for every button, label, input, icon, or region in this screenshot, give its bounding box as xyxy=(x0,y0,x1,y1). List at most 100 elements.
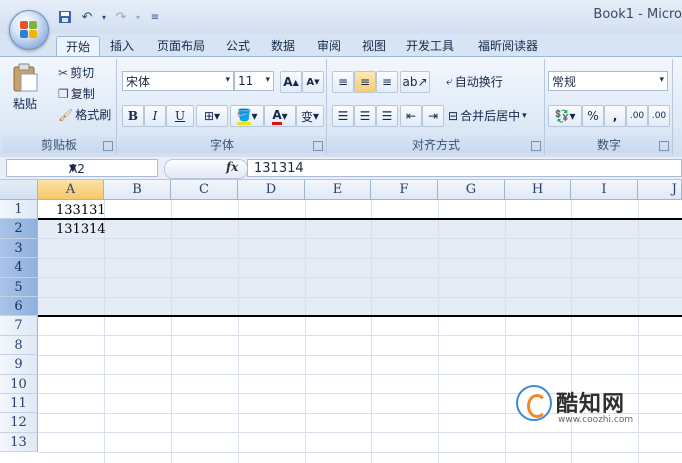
column-header-h[interactable]: H xyxy=(505,180,571,200)
column-header-f[interactable]: F xyxy=(371,180,438,200)
increase-indent-icon: ⇥ xyxy=(427,109,439,123)
name-box[interactable]: A2 ▼ xyxy=(6,159,158,177)
fill-color-button[interactable]: 🪣 ▾ xyxy=(230,105,264,127)
save-icon[interactable] xyxy=(56,8,74,26)
tab-data[interactable]: 数据 xyxy=(263,36,303,56)
row-header-2[interactable]: 2 xyxy=(0,219,38,239)
format-painter-label: 格式刷 xyxy=(75,108,112,122)
office-button[interactable] xyxy=(9,10,49,50)
row-header-5[interactable]: 5 xyxy=(0,277,38,297)
percent-button[interactable]: % xyxy=(582,105,604,127)
undo-icon[interactable]: ↶ xyxy=(78,8,96,26)
cell-a1[interactable]: 133131 xyxy=(56,201,106,220)
customize-qat-icon[interactable]: ≡ xyxy=(146,8,164,26)
redo-icon[interactable]: ↷ xyxy=(112,8,130,26)
number-format-combo[interactable]: 常规 ▾ xyxy=(548,71,668,91)
chevron-down-icon[interactable]: ▼ xyxy=(69,160,155,178)
tab-formulas[interactable]: 公式 xyxy=(218,36,258,56)
font-color-button[interactable]: A ▾ xyxy=(264,105,296,127)
comma-style-button[interactable]: , xyxy=(604,105,626,127)
align-top-button[interactable]: ≡ xyxy=(332,71,354,93)
column-header-e[interactable]: E xyxy=(305,180,371,200)
chevron-down-icon: ▾ xyxy=(265,75,270,85)
merge-center-button[interactable]: ⊟ 合并后居中 ▾ xyxy=(448,107,527,124)
align-right-button[interactable]: ☰ xyxy=(376,105,398,127)
align-center-button[interactable]: ☰ xyxy=(354,105,376,127)
align-middle-button[interactable]: ≡ xyxy=(354,71,376,93)
align-middle-icon: ≡ xyxy=(359,75,371,89)
wrap-text-button[interactable]: ⤶ 自动换行 xyxy=(446,73,503,90)
clipboard-launcher-icon[interactable] xyxy=(103,141,113,151)
format-painter-button[interactable]: 🖌 格式刷 xyxy=(58,106,111,123)
tab-foxit-reader[interactable]: 福昕阅读器 xyxy=(470,36,546,56)
italic-button[interactable]: I xyxy=(144,105,166,127)
accounting-format-button[interactable]: 💱▾ xyxy=(548,105,582,127)
borders-button[interactable]: ⊞▾ xyxy=(196,105,228,127)
row-header-6[interactable]: 6 xyxy=(0,297,38,317)
tab-review[interactable]: 审阅 xyxy=(309,36,349,56)
watermark-url: www.coozhi.com xyxy=(558,415,634,425)
tab-developer[interactable]: 开发工具 xyxy=(398,36,462,56)
column-header-g[interactable]: G xyxy=(438,180,505,200)
paintbrush-icon: 🖌 xyxy=(58,107,74,122)
formula-input[interactable]: 131314 xyxy=(247,159,682,177)
row-header-1[interactable]: 1 xyxy=(0,200,38,220)
row-header-3[interactable]: 3 xyxy=(0,238,38,259)
decrease-decimal-button[interactable]: .00 xyxy=(648,105,670,127)
row-header-13[interactable]: 13 xyxy=(0,432,38,453)
font-name-combo[interactable]: 宋体 ▾ xyxy=(122,71,234,91)
tab-home[interactable]: 开始 xyxy=(56,36,100,57)
shrink-font-button[interactable]: A ▼ xyxy=(302,71,324,93)
chevron-down-icon: ▾ xyxy=(659,75,664,85)
font-group: 宋体 ▾ 11 ▾ A ▲ A ▼ B I U ⊞▾ 🪣 ▾ A ▾ 变 ▾ 字体 xyxy=(118,59,327,155)
fill-bucket-icon: 🪣 xyxy=(236,108,252,125)
underline-button[interactable]: U xyxy=(166,105,194,127)
copy-button[interactable]: ❐ 复制 xyxy=(58,85,95,102)
row-header-7[interactable]: 7 xyxy=(0,316,38,336)
column-header-a[interactable]: A xyxy=(38,180,104,200)
column-header-c[interactable]: C xyxy=(171,180,238,200)
grow-font-button[interactable]: A ▲ xyxy=(280,71,302,93)
cut-button[interactable]: ✂ 剪切 xyxy=(58,64,94,81)
select-all-button[interactable] xyxy=(0,180,38,200)
row-header-9[interactable]: 9 xyxy=(0,355,38,375)
row-header-11[interactable]: 11 xyxy=(0,394,38,414)
font-group-label: 字体 xyxy=(118,136,326,153)
tab-page-layout[interactable]: 页面布局 xyxy=(150,36,212,56)
column-header-d[interactable]: D xyxy=(238,180,305,200)
insert-function-icon[interactable]: fx xyxy=(226,160,238,174)
row-header-12[interactable]: 12 xyxy=(0,413,38,433)
scissors-icon: ✂ xyxy=(58,65,69,80)
bold-button[interactable]: B xyxy=(122,105,144,127)
align-left-button[interactable]: ☰ xyxy=(332,105,354,127)
phonetic-label: 变 xyxy=(300,109,313,124)
tab-insert[interactable]: 插入 xyxy=(102,36,142,56)
copy-icon: ❐ xyxy=(58,86,69,101)
column-header-b[interactable]: B xyxy=(104,180,171,200)
column-header-j[interactable]: J xyxy=(638,180,682,200)
phonetic-button[interactable]: 变 ▾ xyxy=(296,105,324,127)
font-size-value: 11 xyxy=(238,74,254,88)
increase-indent-button[interactable]: ⇥ xyxy=(422,105,444,127)
cell-a2[interactable]: 131314 xyxy=(56,220,106,239)
undo-dropdown-icon[interactable]: ▾ xyxy=(100,8,108,26)
tab-view[interactable]: 视图 xyxy=(354,36,394,56)
row-header-10[interactable]: 10 xyxy=(0,374,38,394)
font-color-icon: A xyxy=(272,108,282,125)
orientation-button[interactable]: ab↗ xyxy=(400,71,430,93)
row-header-8[interactable]: 8 xyxy=(0,335,38,356)
increase-decimal-button[interactable]: .00 xyxy=(626,105,648,127)
increase-decimal-icon: .00 xyxy=(629,111,645,121)
font-launcher-icon[interactable] xyxy=(313,141,323,151)
redo-dropdown-icon[interactable]: ▾ xyxy=(134,8,142,26)
column-header-i[interactable]: I xyxy=(571,180,638,200)
row-header-4[interactable]: 4 xyxy=(0,258,38,278)
font-name-value: 宋体 xyxy=(126,74,151,89)
alignment-launcher-icon[interactable] xyxy=(531,141,541,151)
number-launcher-icon[interactable] xyxy=(659,141,669,151)
font-size-combo[interactable]: 11 ▾ xyxy=(234,71,274,91)
decrease-decimal-icon: .00 xyxy=(651,111,667,121)
paste-button[interactable]: 粘贴 xyxy=(10,63,40,112)
decrease-indent-button[interactable]: ⇤ xyxy=(400,105,422,127)
align-bottom-button[interactable]: ≡ xyxy=(376,71,398,93)
